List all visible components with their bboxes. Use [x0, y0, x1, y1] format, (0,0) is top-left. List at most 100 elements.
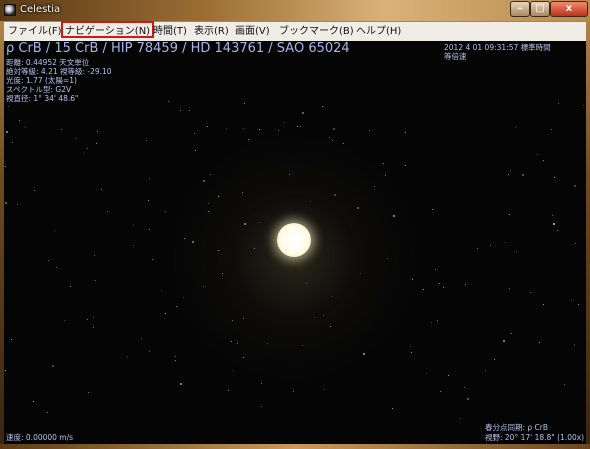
background-star	[583, 105, 584, 106]
background-star	[52, 365, 54, 367]
background-star	[522, 174, 524, 176]
background-star	[460, 418, 461, 419]
background-star	[448, 375, 449, 376]
background-star	[543, 304, 544, 305]
selected-star[interactable]	[277, 223, 311, 257]
background-star	[333, 128, 335, 130]
background-star	[180, 383, 182, 385]
background-star	[510, 170, 511, 171]
background-star	[48, 260, 49, 261]
background-star	[146, 140, 147, 141]
background-star	[564, 384, 565, 385]
background-star	[490, 245, 491, 246]
background-star	[322, 106, 323, 107]
menu-bar: ファイル(F) ナビゲーション(N) 時間(T) 表示(R) 画面(V) ブック…	[4, 21, 586, 42]
background-star	[537, 154, 538, 155]
background-star	[228, 390, 229, 391]
background-star	[165, 211, 166, 212]
background-star	[5, 370, 6, 371]
background-star	[207, 126, 208, 127]
minimize-button[interactable]: –	[510, 1, 530, 17]
background-star	[543, 160, 544, 161]
background-star	[293, 391, 294, 392]
background-star	[34, 190, 35, 191]
background-star	[87, 319, 88, 320]
window-title: Celestia	[20, 4, 61, 15]
background-star	[152, 259, 153, 260]
background-star	[149, 351, 150, 352]
background-star	[141, 338, 142, 339]
background-star	[47, 412, 48, 413]
background-star	[574, 185, 576, 187]
background-star	[168, 101, 169, 102]
background-star	[515, 127, 516, 128]
background-star	[405, 132, 406, 133]
celestia-app-icon[interactable]	[4, 4, 16, 16]
background-star	[578, 304, 579, 305]
speed-readout: 速度: 0.00000 m/s	[6, 433, 74, 442]
background-star	[8, 106, 9, 107]
background-star	[551, 129, 552, 130]
background-star	[508, 174, 509, 175]
menu-time[interactable]: 時間(T)	[153, 24, 187, 39]
background-star	[180, 110, 181, 111]
background-star	[176, 306, 177, 307]
menu-bookmarks[interactable]: ブックマーク(B)	[279, 24, 354, 39]
background-star	[165, 313, 166, 314]
background-star	[95, 280, 96, 281]
menu-help[interactable]: ヘルプ(H)	[356, 24, 401, 39]
background-star	[432, 209, 433, 210]
background-star	[12, 142, 13, 143]
background-star	[503, 340, 505, 342]
background-star	[539, 342, 540, 343]
background-star	[405, 165, 406, 166]
background-star	[302, 112, 304, 114]
background-star	[431, 322, 432, 323]
maximize-button[interactable]: □	[530, 1, 550, 17]
background-star	[464, 387, 465, 388]
background-star	[149, 229, 150, 230]
background-star	[248, 139, 249, 140]
menu-file[interactable]: ファイル(F)	[8, 24, 62, 39]
title-bar[interactable]: Celestia – □ x	[0, 0, 590, 21]
background-star	[324, 389, 325, 390]
star-glow	[169, 133, 419, 383]
background-star	[175, 360, 176, 361]
background-star	[465, 284, 466, 285]
background-star	[530, 292, 531, 293]
background-star	[423, 289, 424, 290]
background-star	[554, 177, 555, 178]
menu-view[interactable]: 表示(R)	[194, 24, 229, 39]
background-star	[149, 178, 150, 179]
background-star	[75, 138, 76, 139]
background-star	[278, 130, 279, 131]
time-rate: 等倍速	[444, 52, 467, 61]
menu-display[interactable]: 画面(V)	[235, 24, 270, 39]
background-star	[509, 214, 510, 215]
background-star	[11, 339, 12, 340]
background-star	[56, 267, 57, 268]
background-star	[243, 128, 244, 129]
object-name: ρ CrB / 15 CrB / HIP 78459 / HD 143761 /…	[6, 41, 350, 56]
background-star	[467, 398, 469, 400]
background-star	[148, 200, 149, 201]
close-button[interactable]: x	[550, 1, 588, 17]
background-star	[127, 356, 128, 357]
background-star	[558, 103, 559, 104]
background-star	[70, 286, 71, 287]
background-star	[392, 408, 393, 409]
background-star	[509, 288, 510, 289]
space-viewport[interactable]: ρ CrB / 15 CrB / HIP 78459 / HD 143761 /…	[4, 41, 586, 444]
background-star	[426, 373, 427, 374]
background-star	[494, 359, 495, 360]
menu-navigation[interactable]: ナビゲーション(N)	[61, 21, 155, 38]
background-star	[194, 133, 195, 134]
background-star	[64, 320, 65, 321]
background-star	[97, 131, 98, 132]
background-star	[87, 148, 88, 149]
background-star	[88, 392, 89, 393]
background-star	[161, 290, 162, 291]
background-star	[5, 202, 7, 204]
background-star	[96, 143, 97, 144]
background-star	[107, 211, 108, 212]
